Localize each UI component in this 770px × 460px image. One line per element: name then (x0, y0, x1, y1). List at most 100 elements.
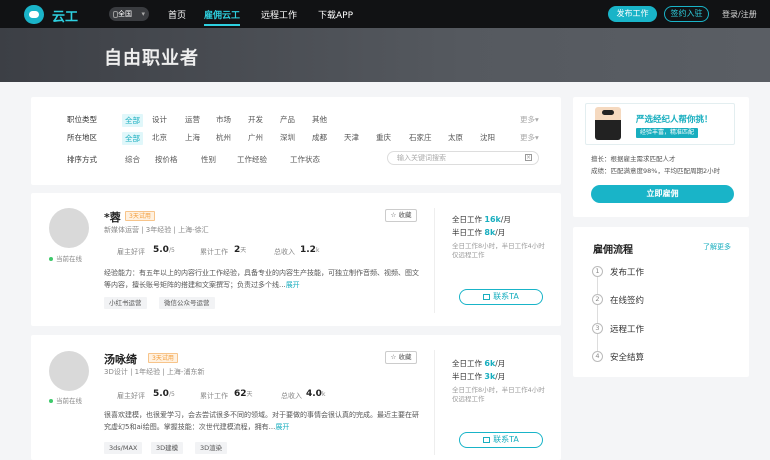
filter-option[interactable]: 重庆 (376, 132, 391, 143)
sort-option[interactable]: 按价格 (155, 154, 178, 165)
trial-badge: 3天试用 (148, 353, 178, 363)
filter-option[interactable]: 全部 (122, 132, 143, 145)
trial-badge: 3天试用 (125, 211, 155, 221)
hero-banner: 自由职业者 (0, 28, 770, 82)
full-day-rate: 全日工作 6k/月 (452, 359, 506, 368)
filter-label: 排序方式 (67, 155, 97, 164)
clear-icon[interactable]: × (525, 154, 532, 161)
days-value: 62天 (234, 389, 253, 399)
expand-link[interactable]: 展开 (275, 423, 289, 431)
filter-option[interactable]: 上海 (185, 132, 200, 143)
filter-option[interactable]: 市场 (216, 114, 231, 125)
filter-option[interactable]: 太原 (448, 132, 463, 143)
nav-remote-work[interactable]: 远程工作 (261, 8, 297, 21)
favorite-button[interactable]: ☆ 收藏 (385, 351, 417, 364)
search-input[interactable]: 输入关键词搜索 × (387, 151, 539, 165)
sort-option[interactable]: 性别 (201, 154, 216, 165)
filter-panel: 职位类型 全部 设计 运营 市场 开发 产品 其他 更多▾ 所在地区 全部 北京… (31, 97, 561, 185)
online-status: 当前在线 (49, 253, 82, 263)
broker-ad-banner[interactable]: 严选经纪人帮你挑！ 经验丰富，精准匹配 (585, 103, 735, 145)
days-value: 2天 (234, 245, 247, 255)
freelancer-name[interactable]: 汤咏绮 (104, 351, 137, 367)
online-status: 当前在线 (49, 395, 82, 405)
nav-hire[interactable]: 雇佣云工 (204, 8, 241, 26)
filter-more[interactable]: 更多▾ (520, 132, 539, 143)
nav-download-app[interactable]: 下载APP (318, 8, 353, 21)
step-number: 1 (592, 266, 603, 277)
half-day-rate: 半日工作 8k/月 (452, 228, 506, 237)
freelancer-name[interactable]: *蓉 (104, 209, 121, 225)
work-note: 全日工作8小时，半日工作4小时仅远程工作 (452, 242, 545, 259)
hire-now-button[interactable]: 立即雇佣 (591, 185, 734, 203)
filter-option[interactable]: 产品 (280, 114, 295, 125)
filter-option[interactable]: 杭州 (216, 132, 231, 143)
filter-option[interactable]: 石家庄 (409, 132, 432, 143)
freelancer-card[interactable]: 当前在线 汤咏绮 3天试用 3D设计 | 1年经验 | 上海-浦东新 ☆ 收藏 … (31, 335, 561, 460)
rating-value: 5.0/5 (153, 389, 175, 399)
filter-more[interactable]: 更多▾ (520, 114, 539, 125)
skill-tag: 3ds/MAX (104, 442, 143, 454)
rating-value: 5.0/5 (153, 245, 175, 255)
divider (434, 208, 435, 313)
step-number: 3 (592, 323, 603, 334)
logo-text[interactable]: 云工 (52, 6, 78, 25)
filter-option[interactable]: 全部 (122, 114, 143, 127)
broker-info: 擅长：根据雇主需求匹配人才 (591, 155, 676, 163)
contact-button[interactable]: 联系TA (459, 432, 543, 448)
step-label: 安全结算 (610, 353, 645, 363)
nav-home[interactable]: 首页 (168, 8, 186, 21)
post-job-button[interactable]: 发布工作 (608, 6, 657, 22)
flow-title: 雇佣流程 (593, 245, 633, 256)
expand-link[interactable]: 展开 (286, 281, 300, 289)
filter-label: 所在地区 (67, 133, 97, 142)
rating-label: 雇主好评 (117, 392, 145, 400)
broker-info: 成绩：匹配满意度98%，平均匹配周期2小时 (591, 167, 721, 175)
freelancer-card[interactable]: 当前在线 *蓉 3天试用 新媒体运营 | 3年经验 | 上海-徐汇 ☆ 收藏 雇… (31, 193, 561, 326)
days-label: 累计工作 (200, 392, 228, 400)
sort-option[interactable]: 工作状态 (290, 154, 320, 165)
income-label: 总收入 (281, 392, 302, 400)
filter-option[interactable]: 广州 (248, 132, 263, 143)
half-day-rate: 半日工作 3k/月 (452, 372, 506, 381)
filter-option[interactable]: 其他 (312, 114, 327, 125)
income-value: 4.0k (306, 389, 326, 399)
join-button[interactable]: 签约入驻 (664, 6, 709, 22)
page-title: 自由职业者 (104, 48, 199, 69)
filter-option[interactable]: 深圳 (280, 132, 295, 143)
favorite-button[interactable]: ☆ 收藏 (385, 209, 417, 222)
rating-label: 雇主好评 (117, 248, 145, 256)
filter-option[interactable]: 运营 (185, 114, 200, 125)
ad-title: 严选经纪人帮你挑！ (636, 115, 713, 125)
income-value: 1.2k (300, 245, 320, 255)
filter-option[interactable]: 设计 (152, 114, 167, 125)
step-number: 2 (592, 294, 603, 305)
sort-option[interactable]: 工作经验 (237, 154, 267, 165)
divider (434, 350, 435, 455)
login-link[interactable]: 登录/注册 (722, 9, 757, 20)
broker-photo (595, 107, 621, 140)
skill-tag: 小红书运营 (104, 297, 147, 309)
freelancer-meta: 3D设计 | 1年经验 | 上海-浦东新 (104, 368, 205, 376)
step-number: 4 (592, 351, 603, 362)
mail-icon (483, 436, 491, 443)
step-connector (597, 275, 598, 355)
ad-subtitle: 经验丰富，精准匹配 (636, 128, 699, 138)
income-label: 总收入 (274, 248, 295, 256)
logo-icon[interactable] (24, 5, 44, 24)
avatar[interactable] (49, 351, 89, 391)
filter-option[interactable]: 天津 (344, 132, 359, 143)
skill-tag: 3D渲染 (195, 442, 228, 454)
avatar[interactable] (49, 208, 89, 248)
freelancer-description: 经验能力：有五年以上的内容行业工作经验，具备专业的内容生产技能，可独立制作音频、… (104, 269, 419, 289)
freelancer-description: 很喜欢建模，也很爱学习，会去尝试很多不同的领域。对于要做的事情会很认真的完成。最… (104, 411, 419, 431)
filter-option[interactable]: 开发 (248, 114, 263, 125)
filter-option[interactable]: 沈阳 (480, 132, 495, 143)
contact-button[interactable]: 联系TA (459, 289, 543, 305)
skill-tag: 3D建模 (151, 442, 184, 454)
learn-more-link[interactable]: 了解更多 (703, 242, 731, 252)
filter-option[interactable]: 北京 (152, 132, 167, 143)
sort-option[interactable]: 综合 (125, 154, 140, 165)
step-label: 远程工作 (610, 325, 645, 335)
filter-option[interactable]: 成都 (312, 132, 327, 143)
location-selector[interactable]: 全国 (109, 7, 149, 21)
